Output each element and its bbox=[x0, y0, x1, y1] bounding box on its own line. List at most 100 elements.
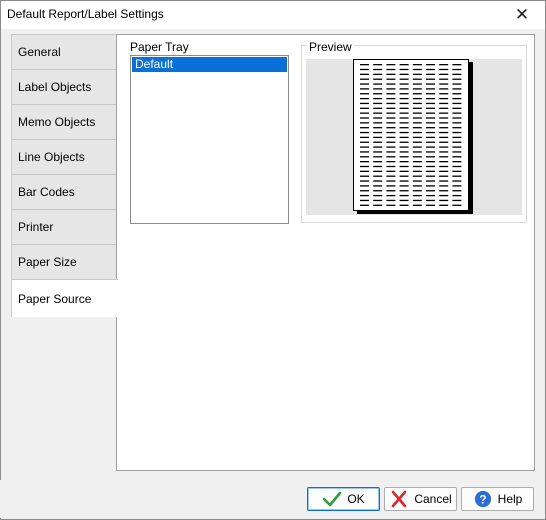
label-mark bbox=[399, 136, 409, 139]
label-mark bbox=[412, 112, 422, 114]
label-mark bbox=[439, 141, 449, 143]
label-mark bbox=[399, 151, 409, 153]
cancel-button[interactable]: Cancel bbox=[384, 487, 457, 511]
label-mark bbox=[412, 107, 422, 109]
label-mark bbox=[426, 122, 435, 124]
label-mark bbox=[412, 170, 422, 172]
label-mark bbox=[452, 102, 462, 105]
tab-label-objects[interactable]: Label Objects bbox=[11, 69, 117, 104]
label-mark bbox=[373, 73, 383, 75]
label-mark bbox=[426, 204, 435, 206]
close-button[interactable]: ✕ bbox=[499, 1, 545, 29]
label-mark bbox=[386, 194, 396, 197]
label-mark bbox=[399, 185, 409, 187]
label-mark bbox=[439, 190, 449, 192]
label-mark bbox=[439, 165, 449, 168]
check-icon bbox=[323, 491, 342, 507]
paper-tray-list[interactable]: Default bbox=[130, 55, 289, 224]
label-mark bbox=[399, 93, 409, 95]
label-mark bbox=[386, 146, 396, 148]
label-mark bbox=[426, 68, 435, 71]
label-mark bbox=[386, 141, 396, 143]
label-mark bbox=[373, 117, 383, 119]
label-mark bbox=[452, 156, 462, 158]
label-mark bbox=[360, 204, 369, 206]
label-mark bbox=[439, 131, 449, 134]
label-mark bbox=[439, 136, 449, 139]
label-mark bbox=[399, 102, 409, 105]
label-mark bbox=[386, 78, 396, 80]
label-mark bbox=[360, 131, 369, 134]
label-mark bbox=[426, 127, 435, 129]
label-mark bbox=[386, 165, 396, 168]
tab-paper-source[interactable]: Paper Source bbox=[11, 279, 118, 317]
label-mark bbox=[426, 190, 435, 192]
label-mark bbox=[452, 73, 462, 75]
label-mark bbox=[386, 204, 396, 206]
label-mark bbox=[426, 78, 435, 80]
label-mark bbox=[426, 180, 435, 182]
tab-line-objects[interactable]: Line Objects bbox=[11, 139, 117, 174]
label-mark bbox=[452, 107, 462, 109]
title-bar: Default Report/Label Settings ✕ bbox=[1, 1, 545, 29]
tray-item-default[interactable]: Default bbox=[132, 57, 287, 72]
label-mark bbox=[386, 97, 396, 100]
label-mark bbox=[426, 117, 435, 119]
label-mark bbox=[399, 68, 409, 71]
label-mark bbox=[426, 161, 435, 163]
label-mark bbox=[399, 78, 409, 80]
label-mark bbox=[360, 107, 369, 109]
label-mark bbox=[426, 194, 435, 197]
label-mark bbox=[439, 117, 449, 119]
label-mark bbox=[412, 102, 422, 105]
tab-memo-objects[interactable]: Memo Objects bbox=[11, 104, 117, 139]
label-mark bbox=[386, 131, 396, 134]
label-mark bbox=[452, 117, 462, 119]
label-mark bbox=[373, 161, 383, 163]
label-mark bbox=[360, 199, 369, 202]
label-mark bbox=[439, 68, 449, 71]
label-mark bbox=[439, 199, 449, 202]
label-mark bbox=[452, 175, 462, 177]
label-mark bbox=[373, 170, 383, 172]
window-title: Default Report/Label Settings bbox=[7, 7, 164, 21]
label-mark bbox=[412, 136, 422, 139]
label-mark bbox=[452, 83, 462, 85]
label-mark bbox=[412, 141, 422, 143]
tab-paper-size[interactable]: Paper Size bbox=[11, 244, 117, 279]
label-mark bbox=[386, 180, 396, 182]
label-mark bbox=[426, 175, 435, 177]
label-mark bbox=[439, 194, 449, 197]
ok-button[interactable]: OK bbox=[307, 487, 380, 511]
label-mark bbox=[412, 97, 422, 100]
label-mark bbox=[360, 122, 369, 124]
label-mark bbox=[360, 141, 369, 143]
label-mark bbox=[360, 83, 369, 85]
label-mark bbox=[426, 151, 435, 153]
label-mark bbox=[399, 156, 409, 158]
label-mark bbox=[399, 175, 409, 177]
label-mark bbox=[412, 122, 422, 124]
label-mark bbox=[412, 185, 422, 187]
label-mark bbox=[439, 204, 449, 206]
label-mark bbox=[452, 146, 462, 148]
label-mark bbox=[439, 73, 449, 75]
label-mark bbox=[452, 88, 462, 90]
label-mark bbox=[412, 146, 422, 148]
label-mark bbox=[452, 199, 462, 202]
label-mark bbox=[426, 112, 435, 114]
help-button[interactable]: ? Help bbox=[461, 487, 534, 511]
label-mark bbox=[399, 141, 409, 143]
label-mark bbox=[412, 93, 422, 95]
label-mark bbox=[386, 117, 396, 119]
tab-general[interactable]: General bbox=[11, 34, 117, 69]
close-icon: ✕ bbox=[514, 5, 530, 24]
label-mark bbox=[386, 156, 396, 158]
page-preview bbox=[353, 59, 469, 211]
label-mark bbox=[426, 156, 435, 158]
tab-printer[interactable]: Printer bbox=[11, 209, 117, 244]
label-mark bbox=[386, 102, 396, 105]
label-mark bbox=[439, 185, 449, 187]
tab-bar-codes[interactable]: Bar Codes bbox=[11, 174, 117, 209]
label-mark bbox=[452, 180, 462, 182]
